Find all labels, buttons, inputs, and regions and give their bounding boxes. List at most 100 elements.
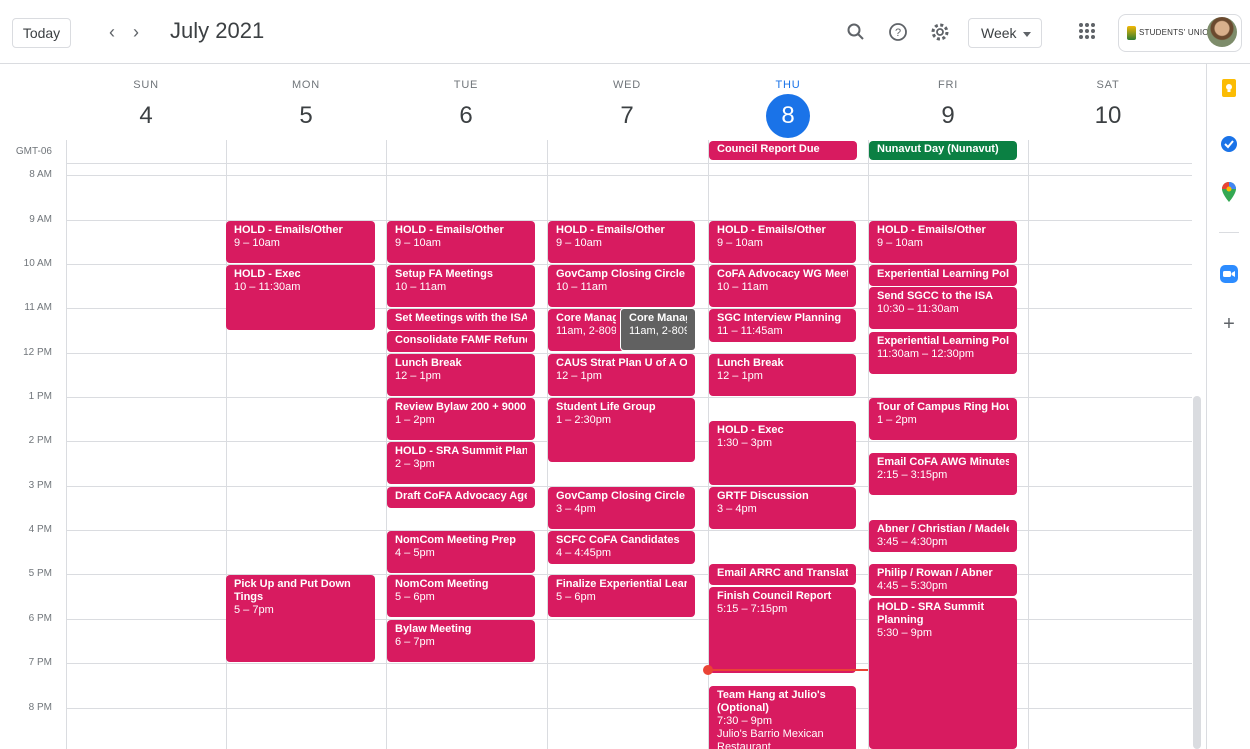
today-button[interactable]: Today bbox=[12, 18, 71, 48]
event-time: 6 – 7pm bbox=[395, 636, 435, 648]
calendar-event[interactable]: Finalize Experiential Learning 5 – 6pm bbox=[548, 575, 695, 617]
day-header-fri[interactable]: FRI 9 bbox=[868, 64, 1028, 140]
event-title: SCFC CoFA Candidates bbox=[556, 534, 680, 546]
day-header-mon[interactable]: MON 5 bbox=[226, 64, 386, 140]
settings-gear-icon[interactable] bbox=[928, 20, 952, 44]
event-time: 3 – 4pm bbox=[556, 503, 596, 515]
day-of-week: SUN bbox=[133, 79, 159, 91]
day-number[interactable]: 8 bbox=[766, 94, 810, 138]
day-header-sun[interactable]: SUN 4 bbox=[66, 64, 226, 140]
event-time: 10 – 11am bbox=[395, 281, 447, 293]
event-title: Experiential Learning Policy bbox=[877, 268, 1009, 280]
calendar-event[interactable]: Student Life Group 1 – 2:30pm bbox=[548, 398, 695, 462]
calendar-event[interactable]: Experiential Learning Policy 11:30am – 1… bbox=[869, 332, 1017, 374]
calendar-event[interactable]: HOLD - Exec 1:30 – 3pm bbox=[709, 421, 856, 485]
column-divider bbox=[66, 140, 67, 749]
day-number[interactable]: 6 bbox=[386, 98, 546, 134]
day-number[interactable]: 4 bbox=[66, 98, 226, 134]
scrollbar-thumb[interactable] bbox=[1193, 396, 1201, 749]
calendar-event[interactable]: Experiential Learning Policy bbox=[869, 265, 1017, 286]
calendar-event[interactable]: Abner / Christian / Madeleine 3:45 – 4:3… bbox=[869, 520, 1017, 552]
column-divider bbox=[1028, 140, 1029, 749]
add-icon[interactable]: + bbox=[1219, 313, 1239, 335]
calendar-event[interactable]: Team Hang at Julio's (Optional) 7:30 – 9… bbox=[709, 686, 856, 749]
search-icon[interactable] bbox=[844, 20, 868, 44]
calendar-event[interactable]: HOLD - Exec 10 – 11:30am bbox=[226, 265, 375, 330]
calendar-event[interactable]: CAUS Strat Plan U of A One 12 – 1pm bbox=[548, 354, 695, 396]
event-time: 4 – 5pm bbox=[395, 547, 435, 559]
event-title: Set Meetings with the ISA and bbox=[395, 312, 527, 324]
calendar-event[interactable]: HOLD - Emails/Other 9 – 10am bbox=[548, 221, 695, 263]
allday-event[interactable]: Nunavut Day (Nunavut) bbox=[869, 141, 1017, 160]
event-title: Lunch Break bbox=[395, 357, 462, 369]
event-title: Review Bylaw 200 + 9000 bbox=[395, 401, 527, 413]
calendar-event[interactable]: NomCom Meeting 5 – 6pm bbox=[387, 575, 535, 617]
calendar-event[interactable]: NomCom Meeting Prep 4 – 5pm bbox=[387, 531, 535, 573]
day-number[interactable]: 5 bbox=[226, 98, 386, 134]
event-time: 10 – 11am bbox=[717, 281, 769, 293]
calendar-event[interactable]: Lunch Break 12 – 1pm bbox=[709, 354, 856, 396]
calendar-event-selected[interactable]: Core Management 11am, 2-809 SUB bbox=[620, 308, 696, 351]
calendar-event[interactable]: Bylaw Meeting 6 – 7pm bbox=[387, 620, 535, 662]
calendar-event[interactable]: GovCamp Closing Circle 3 – 4pm bbox=[548, 487, 695, 529]
calendar-event[interactable]: Setup FA Meetings 10 – 11am bbox=[387, 265, 535, 307]
calendar-event[interactable]: Email ARRC and Translation bbox=[709, 564, 856, 585]
hour-label: 11 AM bbox=[24, 302, 52, 313]
calendar-event[interactable]: Review Bylaw 200 + 9000 1 – 2pm bbox=[387, 398, 535, 440]
day-header-wed[interactable]: WED 7 bbox=[547, 64, 707, 140]
calendar-event[interactable]: Email CoFA AWG Minutes 2:15 – 3:15pm bbox=[869, 453, 1017, 495]
calendar-event[interactable]: GRTF Discussion 3 – 4pm bbox=[709, 487, 856, 529]
apps-grid-icon[interactable] bbox=[1079, 23, 1095, 39]
event-time: 10 – 11am bbox=[556, 281, 608, 293]
event-time: 1 – 2pm bbox=[395, 414, 435, 426]
zoom-icon[interactable] bbox=[1219, 264, 1239, 284]
calendar-event[interactable]: SGC Interview Planning 11 – 11:45am bbox=[709, 309, 856, 342]
event-title: NomCom Meeting Prep bbox=[395, 534, 517, 546]
day-number[interactable]: 9 bbox=[868, 98, 1028, 134]
week-grid[interactable]: GMT-06 Council Report Due Nunavut Day (N… bbox=[0, 140, 1192, 749]
event-time: 10 – 11:30am bbox=[234, 281, 301, 293]
calendar-event[interactable]: HOLD - SRA Summit Planning 5:30 – 9pm bbox=[869, 598, 1017, 749]
calendar-event[interactable]: Draft CoFA Advocacy Agenda bbox=[387, 487, 535, 508]
chevron-right-icon[interactable]: › bbox=[124, 20, 148, 44]
tasks-icon[interactable] bbox=[1219, 134, 1239, 154]
event-time: 11:30am – 12:30pm bbox=[877, 348, 975, 360]
view-selector[interactable]: Week bbox=[968, 18, 1042, 48]
calendar-event[interactable]: HOLD - Emails/Other 9 – 10am bbox=[387, 221, 535, 263]
calendar-event[interactable]: Lunch Break 12 – 1pm bbox=[387, 354, 535, 396]
day-header-tue[interactable]: TUE 6 bbox=[386, 64, 546, 140]
event-title: HOLD - Exec bbox=[234, 268, 301, 280]
day-number[interactable]: 10 bbox=[1028, 98, 1188, 134]
calendar-event[interactable]: HOLD - SRA Summit Planning 2 – 3pm bbox=[387, 442, 535, 484]
event-time: 9 – 10am bbox=[877, 237, 923, 249]
chevron-left-icon[interactable]: ‹ bbox=[100, 20, 124, 44]
calendar-event[interactable]: GovCamp Closing Circle Prep 10 – 11am bbox=[548, 265, 695, 307]
day-header-sat[interactable]: SAT 10 bbox=[1028, 64, 1188, 140]
calendar-event[interactable]: CoFA Advocacy WG Meeting 10 – 11am bbox=[709, 265, 856, 307]
calendar-event[interactable]: HOLD - Emails/Other 9 – 10am bbox=[869, 221, 1017, 263]
calendar-event[interactable]: Send SGCC to the ISA 10:30 – 11:30am bbox=[869, 287, 1017, 329]
calendar-event[interactable]: Tour of Campus Ring House 1 – 2pm bbox=[869, 398, 1017, 440]
calendar-event[interactable]: Core Management 11am, 2-809 SUB bbox=[548, 309, 624, 351]
day-number[interactable]: 7 bbox=[547, 98, 707, 134]
calendar-event[interactable]: Philip / Rowan / Abner 4:45 – 5:30pm bbox=[869, 564, 1017, 596]
calendar-event[interactable]: HOLD - Emails/Other 9 – 10am bbox=[709, 221, 856, 263]
calendar-event[interactable]: SCFC CoFA Candidates 4 – 4:45pm bbox=[548, 531, 695, 564]
help-icon[interactable]: ? bbox=[886, 20, 910, 44]
calendar-event[interactable]: Set Meetings with the ISA and bbox=[387, 309, 535, 330]
calendar-event[interactable]: Consolidate FAMF Refund Info bbox=[387, 331, 535, 352]
calendar-event[interactable]: HOLD - Emails/Other 9 – 10am bbox=[226, 221, 375, 263]
calendar-event[interactable]: Pick Up and Put Down Tings 5 – 7pm bbox=[226, 575, 375, 662]
event-time: 12 – 1pm bbox=[717, 370, 763, 382]
avatar[interactable] bbox=[1207, 17, 1237, 47]
keep-icon[interactable] bbox=[1219, 78, 1239, 98]
calendar-event[interactable]: Finish Council Report 5:15 – 7:15pm bbox=[709, 587, 856, 673]
side-panel: + bbox=[1206, 64, 1250, 749]
allday-event[interactable]: Council Report Due bbox=[709, 141, 857, 160]
event-time: 11am, 2-809 SUB bbox=[556, 325, 616, 337]
maps-icon[interactable] bbox=[1219, 182, 1239, 202]
day-header-thu-today[interactable]: THU 8 bbox=[708, 64, 868, 140]
day-of-week: WED bbox=[612, 79, 642, 91]
event-time: 1 – 2:30pm bbox=[556, 414, 612, 426]
event-location: Julio's Barrio Mexican Restaurant bbox=[717, 728, 824, 749]
